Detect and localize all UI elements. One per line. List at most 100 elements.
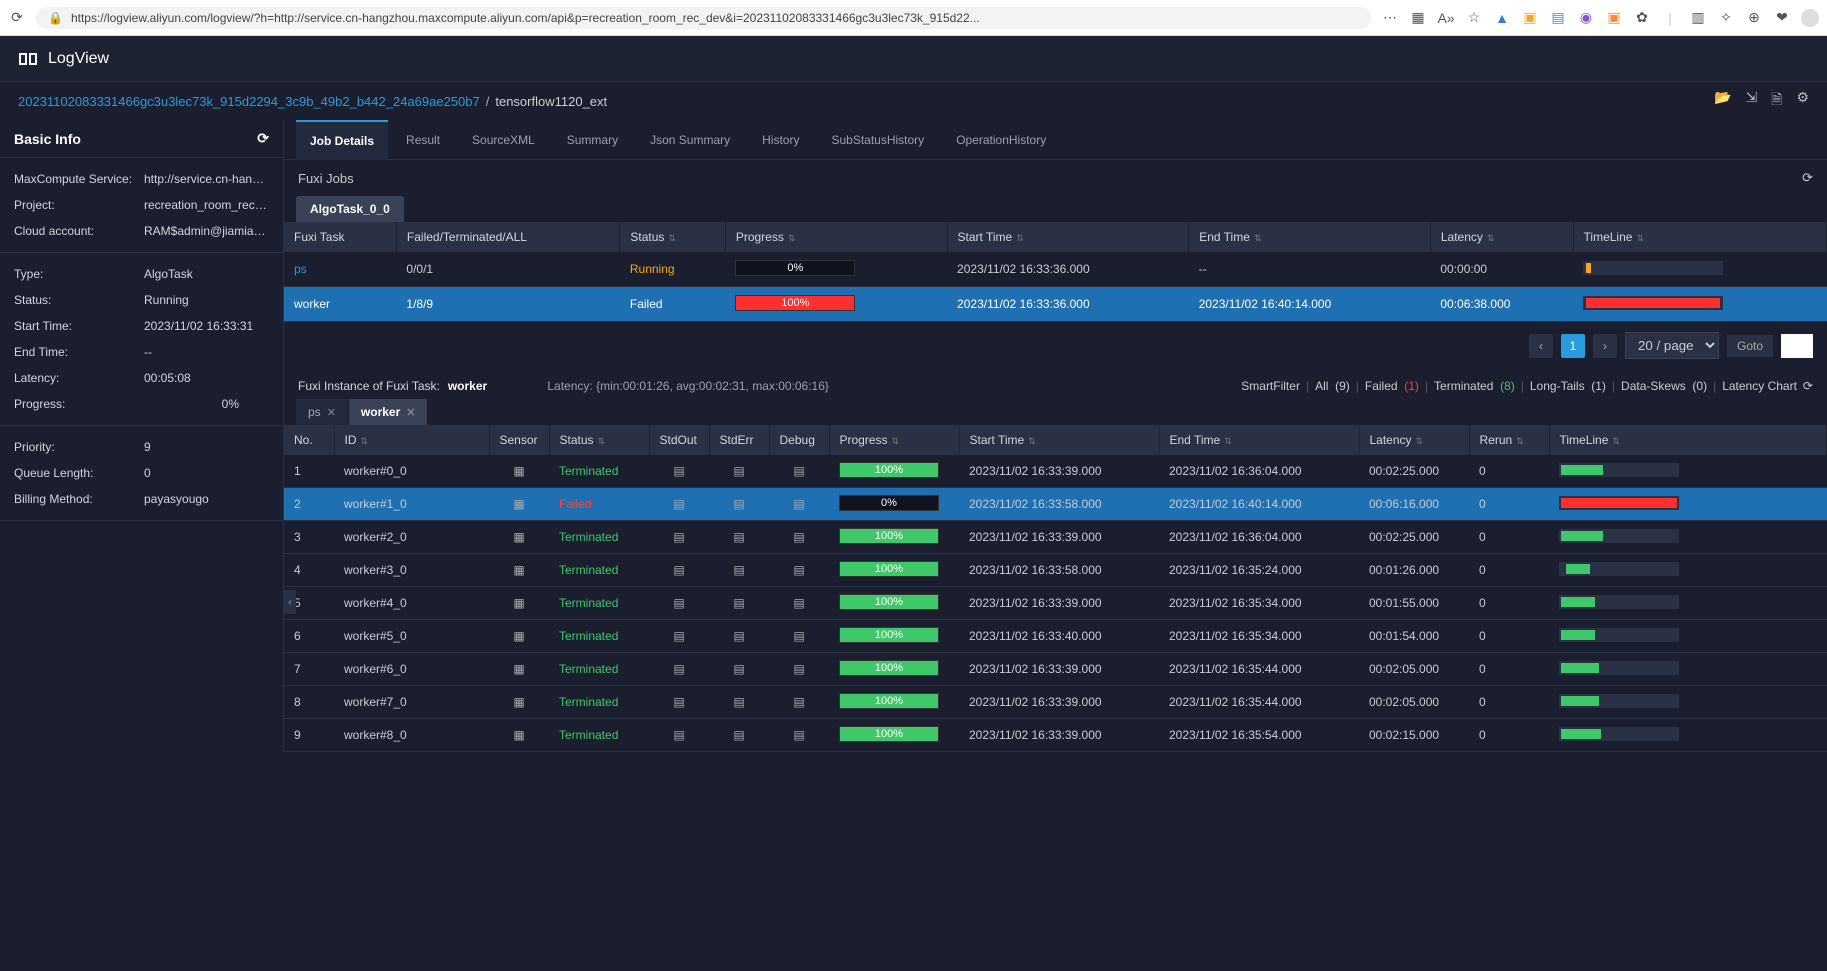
filter-failed[interactable]: Failed (1) [1365,379,1419,393]
debug-button[interactable]: ▤ [769,488,829,521]
stdout-button[interactable]: ▤ [649,719,709,752]
sync-icon[interactable]: ⊕ [1745,9,1763,27]
stderr-button[interactable]: ▤ [709,554,769,587]
refresh-icon[interactable]: ⟳ [257,130,269,147]
stdout-button[interactable]: ▤ [649,686,709,719]
address-bar[interactable]: 🔒 https://logview.aliyun.com/logview/?h=… [36,7,1371,29]
debug-button[interactable]: ▤ [769,653,829,686]
tab-history[interactable]: History [748,120,813,160]
col-header[interactable]: Start Time⇅ [959,425,1159,455]
read-icon[interactable]: A» [1437,9,1455,27]
page-size[interactable]: 20 / page [1625,332,1719,359]
sensor-icon[interactable]: ▦ [489,653,549,686]
debug-button[interactable]: ▤ [769,620,829,653]
ext3-icon[interactable]: ▤ [1549,9,1567,27]
prev-page[interactable]: ‹ [1529,334,1553,358]
col-header[interactable]: Failed/Terminated/ALL [396,222,619,252]
sensor-icon[interactable]: ▦ [489,620,549,653]
copy-icon[interactable]: 🗎 [1771,89,1782,113]
stdout-button[interactable]: ▤ [649,554,709,587]
collections-icon[interactable]: ✧ [1717,9,1735,27]
col-header[interactable]: Fuxi Task [284,222,396,252]
col-header[interactable]: End Time⇅ [1159,425,1359,455]
fuxi-task-row[interactable]: ps 0/0/1 Running 0% 2023/11/02 16:33:36.… [284,252,1827,287]
ext5-icon[interactable]: ▣ [1605,9,1623,27]
refresh-icon[interactable]: ⟳ [1802,170,1813,186]
col-header[interactable]: End Time⇅ [1189,222,1431,252]
debug-button[interactable]: ▤ [769,719,829,752]
col-header[interactable]: Latency⇅ [1430,222,1573,252]
debug-button[interactable]: ▤ [769,554,829,587]
filter-longtails[interactable]: Long-Tails (1) [1530,379,1606,393]
tab-jsonsummary[interactable]: Json Summary [636,120,744,160]
export-icon[interactable]: ⇲ [1745,89,1757,113]
sensor-icon[interactable]: ▦ [489,521,549,554]
ext1-icon[interactable]: ▲ [1493,9,1511,27]
split-icon[interactable]: ▥ [1689,9,1707,27]
instance-row[interactable]: 4 worker#3_0 ▦ Terminated ▤ ▤ ▤ 100% 202… [284,554,1827,587]
col-header[interactable]: Status⇅ [620,222,725,252]
sensor-icon[interactable]: ▦ [489,719,549,752]
extensions-icon[interactable]: ✿ [1633,9,1651,27]
instance-row[interactable]: 1 worker#0_0 ▦ Terminated ▤ ▤ ▤ 100% 202… [284,455,1827,488]
stdout-button[interactable]: ▤ [649,620,709,653]
stderr-button[interactable]: ▤ [709,719,769,752]
next-page[interactable]: › [1593,334,1617,358]
col-header[interactable]: Status⇅ [549,425,649,455]
tab-result[interactable]: Result [392,120,454,160]
profile-icon[interactable] [1801,9,1819,27]
col-header[interactable]: Rerun⇅ [1469,425,1549,455]
col-header[interactable]: Progress⇅ [725,222,947,252]
stderr-button[interactable]: ▤ [709,620,769,653]
instance-row[interactable]: 8 worker#7_0 ▦ Terminated ▤ ▤ ▤ 100% 202… [284,686,1827,719]
close-icon[interactable]: ✕ [406,406,415,419]
sensor-icon[interactable]: ▦ [489,455,549,488]
debug-button[interactable]: ▤ [769,455,829,488]
stderr-button[interactable]: ▤ [709,686,769,719]
col-header[interactable]: StdErr [709,425,769,455]
page-1[interactable]: 1 [1561,334,1585,358]
instance-row[interactable]: 2 worker#1_0 ▦ Failed ▤ ▤ ▤ 0% 2023/11/0… [284,488,1827,521]
stderr-button[interactable]: ▤ [709,488,769,521]
filter-terminated[interactable]: Terminated (8) [1434,379,1515,393]
col-header[interactable]: Progress⇅ [829,425,959,455]
tab-sourcexml[interactable]: SourceXML [458,120,549,160]
debug-button[interactable]: ▤ [769,521,829,554]
ext4-icon[interactable]: ◉ [1577,9,1595,27]
translate-icon[interactable]: ⋯ [1381,9,1399,27]
instance-tab-worker[interactable]: worker ✕ [349,399,429,425]
open-icon[interactable]: 📂 [1714,89,1731,113]
grid-icon[interactable]: ▦ [1409,9,1427,27]
stdout-button[interactable]: ▤ [649,587,709,620]
col-header[interactable]: StdOut [649,425,709,455]
refresh-icon[interactable]: ⟳ [1803,379,1813,393]
col-header[interactable]: No. [284,425,334,455]
filter-all[interactable]: All (9) [1315,379,1350,393]
instance-row[interactable]: 5 worker#4_0 ▦ Terminated ▤ ▤ ▤ 100% 202… [284,587,1827,620]
smartfilter-link[interactable]: SmartFilter [1241,379,1300,393]
gear-icon[interactable]: ⚙ [1796,89,1809,113]
instance-row[interactable]: 9 worker#8_0 ▦ Terminated ▤ ▤ ▤ 100% 202… [284,719,1827,752]
heart-icon[interactable]: ❤︎ [1773,9,1791,27]
stderr-button[interactable]: ▤ [709,455,769,488]
instance-row[interactable]: 7 worker#6_0 ▦ Terminated ▤ ▤ ▤ 100% 202… [284,653,1827,686]
sensor-icon[interactable]: ▦ [489,554,549,587]
debug-button[interactable]: ▤ [769,587,829,620]
sensor-icon[interactable]: ▦ [489,488,549,521]
fuxi-task-row[interactable]: worker 1/8/9 Failed 100% 2023/11/02 16:3… [284,287,1827,322]
stderr-button[interactable]: ▤ [709,653,769,686]
filter-dataskews[interactable]: Data-Skews (0) [1621,379,1707,393]
tab-substatushistory[interactable]: SubStatusHistory [817,120,938,160]
collapse-handle[interactable]: ‹ [284,590,296,614]
algo-task-tab[interactable]: AlgoTask_0_0 [296,196,404,222]
goto-input[interactable] [1781,334,1813,358]
close-icon[interactable]: ✕ [327,406,336,419]
ext2-icon[interactable]: ▣ [1521,9,1539,27]
col-header[interactable]: Sensor [489,425,549,455]
tab-jobdetails[interactable]: Job Details [296,120,388,160]
tab-summary[interactable]: Summary [553,120,632,160]
reload-icon[interactable]: ⟳ [8,9,26,27]
latency-chart-link[interactable]: Latency Chart [1722,379,1797,393]
stderr-button[interactable]: ▤ [709,521,769,554]
star-icon[interactable]: ☆ [1465,9,1483,27]
